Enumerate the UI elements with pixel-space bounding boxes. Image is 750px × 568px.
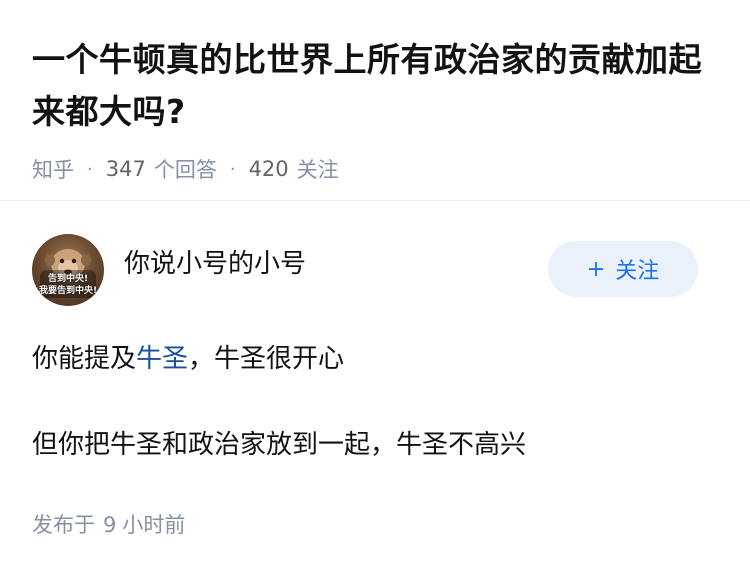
question-title[interactable]: 一个牛顿真的比世界上所有政治家的贡献加起来都大吗? <box>32 34 722 138</box>
answer-count: 347 <box>105 157 146 181</box>
question-header: 一个牛顿真的比世界上所有政治家的贡献加起来都大吗? 知乎 · 347 个回答 ·… <box>0 0 750 201</box>
author-row: 告到中央! 我要告到中央! 你说小号的小号 + 关注 <box>32 233 718 307</box>
paragraph-text: ，牛圣很开心 <box>188 344 345 374</box>
author-name[interactable]: 你说小号的小号 <box>124 243 306 280</box>
answer-card: 告到中央! 我要告到中央! 你说小号的小号 + 关注 你能提及牛圣，牛圣很开心 … <box>0 201 750 539</box>
publish-suffix: 小时前 <box>122 513 186 537</box>
avatar-caption: 我要告到中央! <box>38 286 98 296</box>
answer-paragraph: 但你把牛圣和政治家放到一起，牛圣不高兴 <box>32 430 527 460</box>
follow-button-label: 关注 <box>615 259 660 284</box>
avatar[interactable]: 告到中央! 我要告到中央! <box>32 234 104 306</box>
source-label[interactable]: 知乎 <box>32 154 74 184</box>
avatar-caption: 告到中央! <box>47 274 89 284</box>
meta-separator: · <box>229 158 236 180</box>
paragraph-text: 你能提及 <box>32 344 137 374</box>
topic-link[interactable]: 牛圣 <box>136 344 188 374</box>
question-meta: 知乎 · 347 个回答 · 420 关注 <box>32 154 718 184</box>
answer-content: 你能提及牛圣，牛圣很开心 但你把牛圣和政治家放到一起，牛圣不高兴 <box>32 337 718 467</box>
follower-count: 420 <box>248 157 289 181</box>
follow-button[interactable]: + 关注 <box>548 241 698 297</box>
follower-count-label: 关注 <box>296 158 339 182</box>
plus-icon: + <box>586 256 606 282</box>
publish-prefix: 发布于 <box>32 513 95 537</box>
publish-time[interactable]: 发布于 9 小时前 <box>32 509 718 539</box>
answer-paragraph: 你能提及牛圣，牛圣很开心 <box>32 337 718 381</box>
meta-separator: · <box>87 158 93 180</box>
publish-number: 9 <box>103 513 117 537</box>
answer-count-label[interactable]: 个回答 <box>154 154 217 184</box>
